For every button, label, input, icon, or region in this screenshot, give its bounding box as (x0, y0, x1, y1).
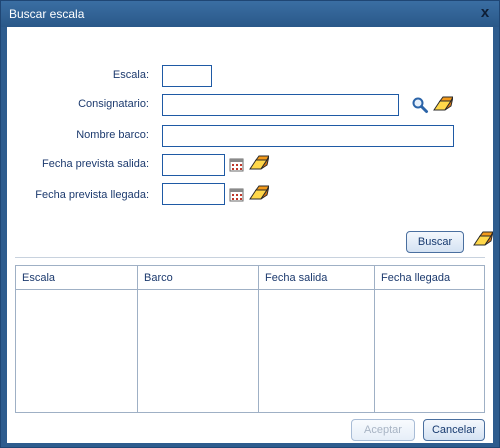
dialog-title: Buscar escala (9, 7, 85, 21)
cancelar-button[interactable]: Cancelar (423, 419, 485, 441)
column-header-fecha-llegada[interactable]: Fecha llegada (381, 272, 450, 284)
nombre-barco-input[interactable] (162, 125, 454, 147)
dialog-window: Buscar escala x Escala: Consignatario: N… (0, 0, 500, 448)
column-fecha-llegada[interactable]: Fecha llegada (375, 266, 484, 412)
eraser-icon[interactable] (473, 230, 494, 248)
calendar-icon[interactable] (229, 187, 247, 205)
column-barco[interactable]: Barco (138, 266, 259, 412)
eraser-icon[interactable] (249, 154, 270, 172)
consignatario-input[interactable] (162, 94, 399, 116)
column-header-escala[interactable]: Escala (22, 272, 55, 284)
column-header-fecha-salida[interactable]: Fecha salida (265, 272, 327, 284)
fecha-llegada-label: Fecha prevista llegada: (35, 189, 149, 201)
separator (15, 257, 485, 258)
escala-input[interactable] (162, 65, 212, 87)
eraser-icon[interactable] (433, 95, 454, 113)
buscar-button[interactable]: Buscar (406, 231, 464, 253)
calendar-icon[interactable] (229, 157, 247, 175)
aceptar-button[interactable]: Aceptar (351, 419, 415, 441)
nombre-barco-label: Nombre barco: (76, 129, 149, 141)
consignatario-label: Consignatario: (78, 98, 149, 110)
eraser-icon[interactable] (249, 184, 270, 202)
fecha-salida-input[interactable] (162, 154, 225, 176)
escala-label: Escala: (112, 69, 149, 81)
close-icon[interactable]: x (477, 5, 493, 21)
dialog-body: Escala: Consignatario: Nombre barco: Fec… (7, 27, 494, 443)
search-icon[interactable] (411, 96, 429, 114)
results-table[interactable]: Escala Barco Fecha salida Fecha llegada (15, 265, 485, 413)
fecha-salida-label: Fecha prevista salida: (42, 158, 149, 170)
fecha-llegada-input[interactable] (162, 183, 225, 205)
column-escala[interactable]: Escala (16, 266, 138, 412)
column-fecha-salida[interactable]: Fecha salida (259, 266, 375, 412)
dialog-titlebar[interactable]: Buscar escala x (1, 1, 499, 27)
column-header-barco[interactable]: Barco (144, 272, 173, 284)
